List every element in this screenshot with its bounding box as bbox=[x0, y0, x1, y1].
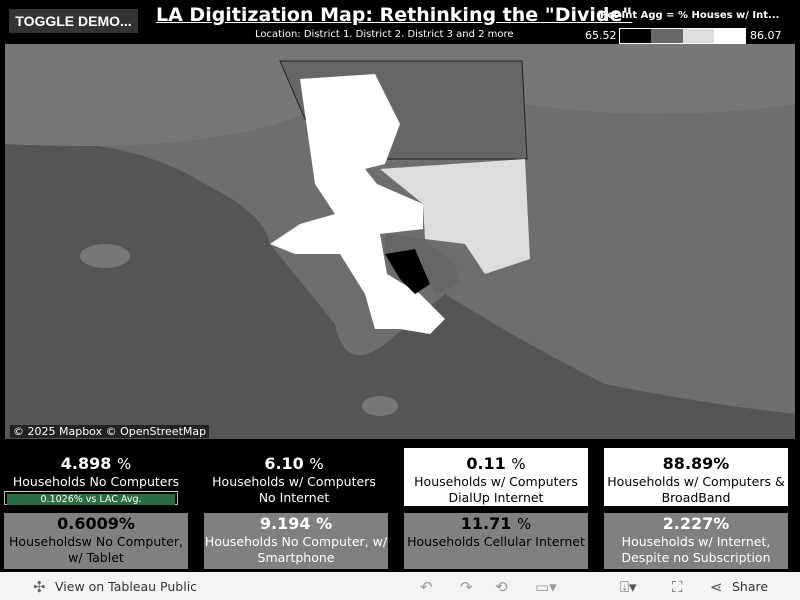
map-canvas[interactable] bbox=[5, 44, 795, 439]
color-legend[interactable] bbox=[619, 28, 746, 44]
card-dialup[interactable]: 0.11 % Households w/ Computers DialUp Int… bbox=[404, 448, 588, 506]
share-button[interactable]: Share bbox=[732, 579, 768, 594]
tableau-toolbar: ✣ View on Tableau Public ↶ ↷ ⟲ ▭▾ ⍗▾ ⛶ ⋖… bbox=[0, 572, 800, 600]
card-broadband[interactable]: 88.89% Households w/ Computers & BroadBan… bbox=[604, 448, 788, 506]
card-label: Households w/ Internet, Despite no Subsc… bbox=[621, 534, 771, 565]
card-smartphone[interactable]: 9.194 % Households No Computer, w/ Smartp… bbox=[204, 513, 388, 569]
view-on-tableau-link[interactable]: View on Tableau Public bbox=[55, 579, 197, 594]
undo-icon[interactable]: ↶ bbox=[420, 578, 433, 596]
card-label: Households Cellular Internet bbox=[407, 534, 585, 549]
island bbox=[80, 244, 130, 268]
download-icon[interactable]: ⍗▾ bbox=[620, 578, 637, 596]
card-value: 88.89% bbox=[662, 454, 730, 473]
card-value: 6.10 % bbox=[264, 454, 324, 473]
card-cellular[interactable]: 11.71 % Households Cellular Internet bbox=[404, 513, 588, 569]
card-value: 0.6009% bbox=[57, 514, 135, 533]
share-icon[interactable]: ⋖ bbox=[710, 578, 723, 596]
card-label: Households w/ Computers DialUp Internet bbox=[414, 474, 578, 505]
card-no-subscription[interactable]: 2.227% Households w/ Internet, Despite no… bbox=[604, 513, 788, 569]
card-label: Households No Computers bbox=[12, 474, 180, 489]
legend-min: 65.52 bbox=[585, 29, 617, 42]
location-filter-text: Location: District 1, District 2, Distri… bbox=[255, 29, 514, 37]
card-value: 4.898 % bbox=[60, 454, 132, 473]
card-value: 0.11 % bbox=[466, 454, 526, 473]
island bbox=[362, 396, 398, 416]
legend-swatch bbox=[713, 29, 745, 43]
revert-icon[interactable]: ⟲ bbox=[495, 578, 508, 596]
card-value: 2.227% bbox=[662, 514, 730, 533]
map[interactable]: © 2025 Mapbox © OpenStreetMap bbox=[5, 44, 795, 439]
legend-title: Pct Int Agg = % Houses w/ Int... bbox=[600, 10, 780, 21]
card-computers-no-internet[interactable]: 6.10 % Households w/ Computers No Interne… bbox=[204, 448, 384, 506]
card-label: Households w/ Computers No Internet bbox=[212, 474, 376, 505]
refresh-icon[interactable]: ▭▾ bbox=[535, 578, 557, 596]
toggle-demo-button[interactable]: TOGGLE DEMO... bbox=[9, 9, 138, 33]
vs-avg-bar: 0.1026% vs LAC Avg. bbox=[4, 491, 178, 505]
map-attribution[interactable]: © 2025 Mapbox © OpenStreetMap bbox=[10, 425, 210, 438]
card-value: 11.71 % bbox=[460, 514, 532, 533]
legend-swatch bbox=[651, 29, 683, 43]
fullscreen-icon[interactable]: ⛶ bbox=[672, 578, 683, 596]
legend-swatch bbox=[620, 29, 652, 43]
tableau-logo-icon: ✣ bbox=[33, 578, 46, 596]
card-label: Households No Computer, w/ Smartphone bbox=[204, 534, 388, 565]
redo-icon[interactable]: ↷ bbox=[460, 578, 473, 596]
card-label: Households w/ Computers & BroadBand bbox=[607, 474, 785, 505]
legend-swatch bbox=[682, 29, 714, 43]
card-tablet[interactable]: 0.6009% Householdsw No Computer, w/ Table… bbox=[4, 513, 188, 569]
page-title: LA Digitization Map: Rethinking the "Div… bbox=[156, 4, 633, 26]
card-label: Householdsw No Computer, w/ Tablet bbox=[9, 534, 183, 565]
card-value: 9.194 % bbox=[259, 514, 333, 533]
legend-max: 86.07 bbox=[750, 29, 782, 42]
